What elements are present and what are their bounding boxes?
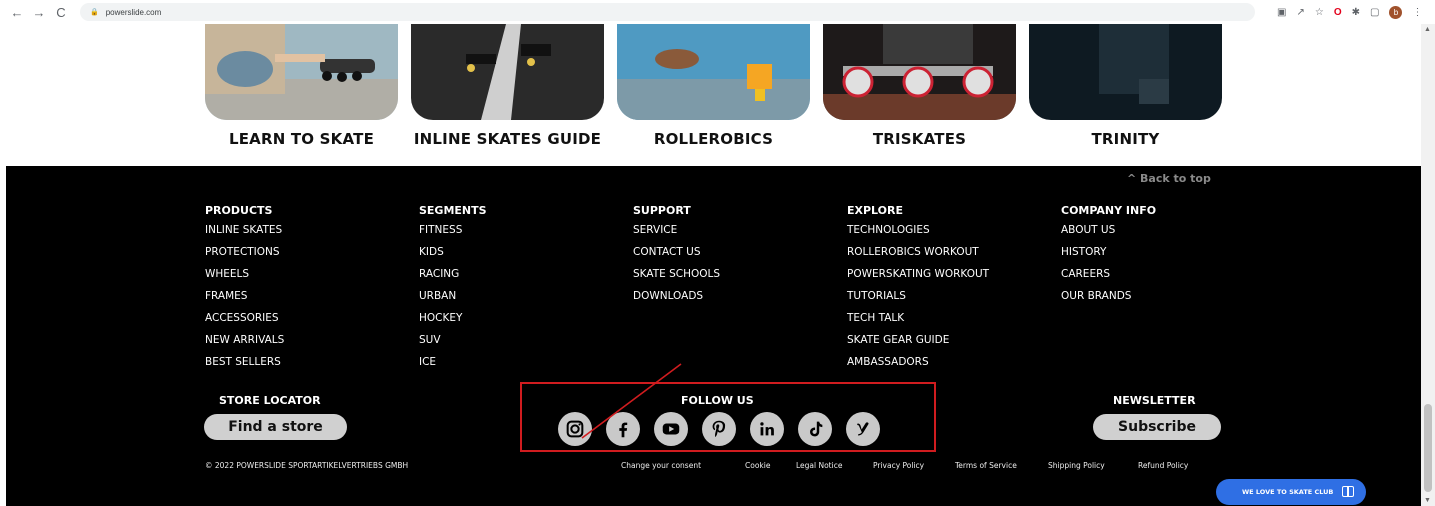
trinity-label[interactable]: TRINITY xyxy=(1029,130,1222,148)
subscribe-button[interactable]: Subscribe xyxy=(1093,414,1221,440)
triskates-image[interactable] xyxy=(823,24,1016,120)
side-panel-icon[interactable]: ▢ xyxy=(1370,7,1379,18)
footer-link[interactable]: ICE xyxy=(419,356,487,378)
column-title: COMPANY INFO xyxy=(1061,204,1157,217)
inline-skates-guide-label[interactable]: INLINE SKATES GUIDE xyxy=(405,130,610,148)
column-title: SUPPORT xyxy=(633,204,691,217)
profile-avatar[interactable]: b xyxy=(1389,5,1403,19)
menu-kebab-icon[interactable]: ⋮ xyxy=(1412,7,1422,18)
column-title: EXPLORE xyxy=(847,204,904,217)
footer-link[interactable]: CONTACT US xyxy=(633,246,720,268)
footer-link[interactable]: INLINE SKATES xyxy=(205,224,284,246)
footer-link[interactable]: SUV xyxy=(419,334,487,356)
footer-link[interactable]: SKATE GEAR GUIDE xyxy=(847,334,989,356)
bookmark-star-icon[interactable]: ☆ xyxy=(1315,7,1324,18)
footer-column-segments: SEGMENTS FITNESS KIDS RACING URBAN HOCKE… xyxy=(419,204,487,378)
footer-link[interactable]: HISTORY xyxy=(1061,246,1156,268)
change-consent-link[interactable]: Change your consent xyxy=(621,461,701,470)
footer-link[interactable]: SERVICE xyxy=(633,224,720,246)
skate-club-button[interactable]: WE LOVE TO SKATE CLUB xyxy=(1216,479,1366,505)
footer-link[interactable]: WHEELS xyxy=(205,268,284,290)
footer-link[interactable]: FITNESS xyxy=(419,224,487,246)
footer-link[interactable]: KIDS xyxy=(419,246,487,268)
skate-club-label: WE LOVE TO SKATE CLUB xyxy=(1242,488,1334,496)
footer-link[interactable]: ABOUT US xyxy=(1061,224,1156,246)
back-to-top-link[interactable]: ^ Back to top xyxy=(1127,172,1211,185)
footer-link[interactable]: ACCESSORIES xyxy=(205,312,284,334)
browser-nav: ← → C xyxy=(8,5,70,20)
extension-bar: ▣ ↗ ☆ O ✱ ▢ b ⋮ xyxy=(1277,5,1422,19)
copyright-text: © 2022 POWERSLIDE SPORTARTIKELVERTRIEBS … xyxy=(205,461,409,470)
reload-icon[interactable]: C xyxy=(52,5,70,20)
refund-policy-link[interactable]: Refund Policy xyxy=(1138,461,1188,470)
legal-notice-link[interactable]: Legal Notice xyxy=(796,461,842,470)
footer-link[interactable]: POWERSKATING WORKOUT xyxy=(847,268,989,290)
scrollbar-thumb[interactable] xyxy=(1424,404,1432,492)
opera-icon[interactable]: O xyxy=(1334,7,1342,18)
url-text: powerslide.com xyxy=(105,7,162,17)
rollerobics-image[interactable] xyxy=(617,24,810,120)
footer-link[interactable]: TECHNOLOGIES xyxy=(847,224,989,246)
share-icon[interactable]: ↗ xyxy=(1296,7,1304,18)
column-title: PRODUCTS xyxy=(205,204,273,217)
inline-skates-guide-image[interactable] xyxy=(411,24,604,120)
footer-link[interactable]: BEST SELLERS xyxy=(205,356,284,378)
triskates-label[interactable]: TRISKATES xyxy=(823,130,1016,148)
footer-column-explore: EXPLORE TECHNOLOGIES ROLLEROBICS WORKOUT… xyxy=(847,204,989,378)
scroll-up-arrow-icon[interactable]: ▲ xyxy=(1424,26,1431,33)
page-content: LEARN TO SKATE INLINE SKATES GUIDE ROLLE… xyxy=(0,24,1421,506)
back-arrow-icon[interactable]: ← xyxy=(8,5,26,20)
trinity-image[interactable] xyxy=(1029,24,1222,120)
footer-link[interactable]: OUR BRANDS xyxy=(1061,290,1156,312)
site-footer: ^ Back to top PRODUCTS INLINE SKATES PRO… xyxy=(6,166,1421,506)
lock-icon: 🔒 xyxy=(90,9,99,16)
browser-toolbar: ← → C 🔒 powerslide.com ▣ ↗ ☆ O ✱ ▢ b ⋮ xyxy=(0,0,1435,24)
address-bar[interactable]: 🔒 powerslide.com xyxy=(80,3,1255,21)
footer-link[interactable]: ROLLEROBICS WORKOUT xyxy=(847,246,989,268)
footer-link[interactable]: TECH TALK xyxy=(847,312,989,334)
footer-link[interactable]: SKATE SCHOOLS xyxy=(633,268,720,290)
footer-column-products: PRODUCTS INLINE SKATES PROTECTIONS WHEEL… xyxy=(205,204,284,378)
footer-link[interactable]: RACING xyxy=(419,268,487,290)
footer-link[interactable]: CAREERS xyxy=(1061,268,1156,290)
annotation-arrow xyxy=(581,363,682,439)
find-a-store-button[interactable]: Find a store xyxy=(204,414,347,440)
scroll-down-arrow-icon[interactable]: ▼ xyxy=(1424,497,1431,504)
footer-column-support: SUPPORT SERVICE CONTACT US SKATE SCHOOLS… xyxy=(633,204,720,312)
rollerobics-label[interactable]: ROLLEROBICS xyxy=(617,130,810,148)
footer-link[interactable]: AMBASSADORS xyxy=(847,356,989,378)
cookie-link[interactable]: Cookie xyxy=(745,461,770,470)
footer-link[interactable]: TUTORIALS xyxy=(847,290,989,312)
footer-link[interactable]: URBAN xyxy=(419,290,487,312)
gift-icon xyxy=(1342,486,1354,497)
learn-to-skate-image[interactable] xyxy=(205,24,398,120)
terms-of-service-link[interactable]: Terms of Service xyxy=(955,461,1017,470)
footer-link[interactable]: DOWNLOADS xyxy=(633,290,720,312)
page-scrollbar[interactable]: ▲ ▼ xyxy=(1421,24,1435,506)
shipping-policy-link[interactable]: Shipping Policy xyxy=(1048,461,1105,470)
footer-link[interactable]: HOCKEY xyxy=(419,312,487,334)
newsletter-title: NEWSLETTER xyxy=(1113,394,1196,407)
privacy-policy-link[interactable]: Privacy Policy xyxy=(873,461,924,470)
footer-link[interactable]: PROTECTIONS xyxy=(205,246,284,268)
extensions-puzzle-icon[interactable]: ✱ xyxy=(1352,7,1360,18)
store-locator-title: STORE LOCATOR xyxy=(219,394,321,407)
column-title: SEGMENTS xyxy=(419,204,487,217)
footer-link[interactable]: FRAMES xyxy=(205,290,284,312)
forward-arrow-icon[interactable]: → xyxy=(30,5,48,20)
footer-column-company-info: COMPANY INFO ABOUT US HISTORY CAREERS OU… xyxy=(1061,204,1156,312)
footer-link[interactable]: NEW ARRIVALS xyxy=(205,334,284,356)
translate-icon[interactable]: ▣ xyxy=(1277,7,1286,18)
learn-to-skate-label[interactable]: LEARN TO SKATE xyxy=(205,130,398,148)
